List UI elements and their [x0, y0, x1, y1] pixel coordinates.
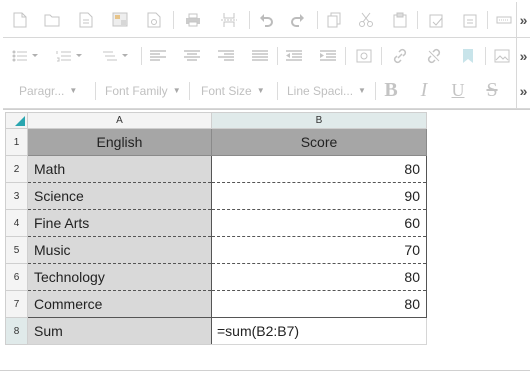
row-header[interactable]: 3: [5, 182, 28, 210]
bookmark-icon[interactable]: [457, 38, 479, 73]
toolbar-row-2: »: [3, 38, 530, 74]
toolbar-separator: [189, 82, 190, 100]
toolbar-separator: [485, 47, 486, 65]
select-all-corner[interactable]: [5, 112, 28, 129]
toolbar-row-3: Paragr... ▼ Font Family ▼ Font Size ▼ Li…: [3, 73, 530, 109]
align-center-icon[interactable]: [181, 38, 203, 73]
more-chevron-icon: »: [519, 11, 528, 28]
subject-cell[interactable]: Music: [27, 236, 212, 264]
align-left-icon[interactable]: [147, 38, 169, 73]
score-cell[interactable]: 80: [211, 155, 427, 183]
image-gallery-icon[interactable]: [109, 2, 131, 37]
cut-icon[interactable]: [355, 2, 377, 37]
font-family-label: Font Family: [105, 83, 168, 98]
row-header[interactable]: 8: [5, 317, 28, 345]
header-cell-score[interactable]: Score: [211, 128, 427, 156]
toolbar-more-button[interactable]: »: [516, 73, 530, 108]
sum-formula-cell[interactable]: =sum(B2:B7): [211, 317, 427, 345]
justify-icon[interactable]: [249, 38, 271, 73]
subject-cell[interactable]: Fine Arts: [27, 209, 212, 237]
score-cell[interactable]: 60: [211, 209, 427, 237]
outdent-icon[interactable]: [283, 38, 305, 73]
subject-cell[interactable]: Technology: [27, 263, 212, 291]
toolbar-separator: [95, 82, 96, 100]
subject-cell[interactable]: Math: [27, 155, 212, 183]
chevron-down-icon: ▼: [256, 86, 265, 95]
row-header[interactable]: 2: [5, 155, 28, 183]
undo-icon[interactable]: [255, 2, 277, 37]
toolbar-separator: [345, 47, 346, 65]
underline-button[interactable]: U: [447, 73, 469, 108]
preview-icon[interactable]: [143, 2, 165, 37]
paragraph-format-dropdown[interactable]: Paragr... ▼: [19, 73, 99, 108]
toolbar-separator: [249, 11, 250, 29]
more-chevron-icon: »: [519, 47, 528, 64]
new-document-icon[interactable]: [9, 2, 31, 37]
chevron-down-icon: ▼: [358, 86, 366, 95]
more-chevron-icon: »: [519, 82, 528, 99]
paste-icon[interactable]: [389, 2, 411, 37]
select-all-triangle-icon: [15, 116, 25, 126]
bold-button[interactable]: B: [379, 73, 403, 108]
toolbar-separator: [381, 47, 382, 65]
redo-icon[interactable]: [287, 2, 309, 37]
column-header-a[interactable]: A: [27, 112, 212, 129]
score-cell[interactable]: 90: [211, 182, 427, 210]
toolbar-separator: [277, 47, 278, 65]
toolbar-separator: [141, 47, 142, 65]
chevron-down-icon: ▼: [172, 86, 181, 95]
toolbar-more-button[interactable]: »: [516, 2, 530, 37]
score-cell[interactable]: 80: [211, 263, 427, 291]
toolbar-separator: [173, 11, 174, 29]
line-spacing-label: Line Spaci...: [287, 83, 354, 98]
row-header[interactable]: 1: [5, 128, 28, 156]
numbered-list-icon[interactable]: [53, 38, 87, 73]
row-header[interactable]: 5: [5, 236, 28, 264]
font-size-dropdown[interactable]: Font Size ▼: [201, 73, 273, 108]
toolbar-separator: [417, 11, 418, 29]
indent-icon[interactable]: [317, 38, 339, 73]
italic-button[interactable]: I: [413, 73, 435, 108]
paragraph-format-label: Paragr...: [19, 83, 65, 98]
score-cell[interactable]: 80: [211, 290, 427, 318]
subject-cell[interactable]: Commerce: [27, 290, 212, 318]
link-icon[interactable]: [389, 38, 411, 73]
sum-label-cell[interactable]: Sum: [27, 317, 212, 345]
subject-cell[interactable]: Science: [27, 182, 212, 210]
unlink-icon[interactable]: [423, 38, 445, 73]
toolbar-separator: [487, 11, 488, 29]
find-replace-icon[interactable]: [353, 38, 375, 73]
insert-image-icon[interactable]: [491, 38, 513, 73]
score-cell[interactable]: 70: [211, 236, 427, 264]
line-spacing-dropdown[interactable]: Line Spaci... ▼: [287, 73, 373, 108]
print-icon[interactable]: [181, 2, 205, 37]
copy-icon[interactable]: [323, 2, 345, 37]
horizontal-rule-icon[interactable]: [493, 2, 515, 37]
multilevel-list-icon[interactable]: [99, 38, 133, 73]
editor-bottom-border: [0, 370, 530, 371]
template-icon[interactable]: [75, 2, 97, 37]
chevron-down-icon: ▼: [69, 86, 78, 95]
open-folder-icon[interactable]: [41, 2, 63, 37]
page-break-icon[interactable]: [217, 2, 241, 37]
toolbar-more-button[interactable]: »: [516, 38, 530, 73]
toolbar-separator: [317, 11, 318, 29]
bulleted-list-icon[interactable]: [9, 38, 43, 73]
column-header-b[interactable]: B: [211, 112, 427, 129]
spreadsheet-area: A B 1 English Score 2 Math 80 3 Science …: [3, 109, 530, 377]
font-size-label: Font Size: [201, 83, 252, 98]
strikethrough-button[interactable]: S: [480, 73, 504, 108]
paste-word-icon[interactable]: [459, 2, 481, 37]
spreadsheet-grid: A B 1 English Score 2 Math 80 3 Science …: [5, 112, 427, 345]
toolbar-row-1: »: [3, 2, 530, 38]
font-family-dropdown[interactable]: Font Family ▼: [105, 73, 185, 108]
header-cell-english[interactable]: English: [27, 128, 212, 156]
row-header[interactable]: 7: [5, 290, 28, 318]
toolbar-separator: [375, 82, 376, 100]
row-header[interactable]: 4: [5, 209, 28, 237]
row-header[interactable]: 6: [5, 263, 28, 291]
paste-text-icon[interactable]: [425, 2, 447, 37]
toolbar-separator: [277, 82, 278, 100]
align-right-icon[interactable]: [215, 38, 237, 73]
